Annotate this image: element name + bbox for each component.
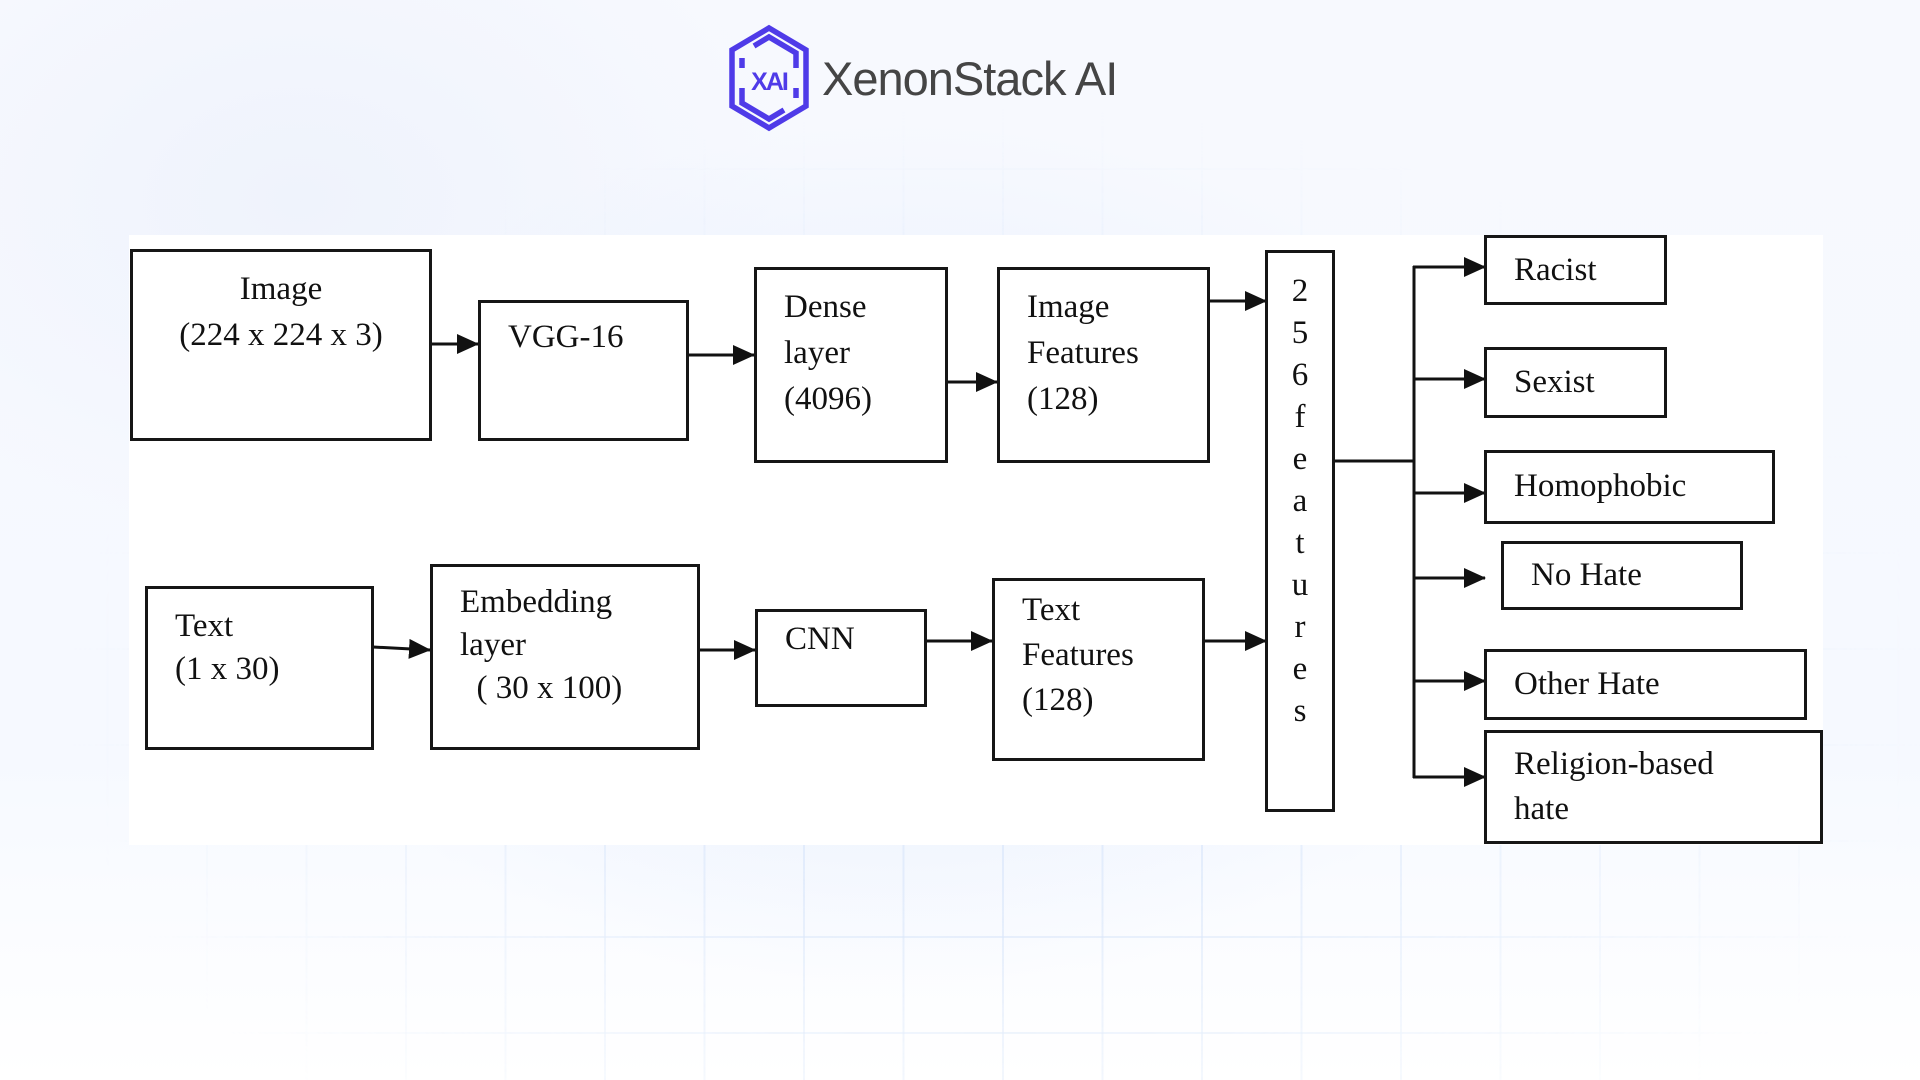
- box-line: Homophobic: [1514, 468, 1687, 504]
- fusion-letter: 2: [1291, 273, 1309, 309]
- box-line: ( 30 x 100): [460, 670, 623, 706]
- brand-name: XenonStack AI: [822, 51, 1118, 105]
- fusion-letter: 6: [1291, 357, 1309, 393]
- output-homophobic-box: Homophobic: [1484, 450, 1775, 524]
- image-input-box: Image (224 x 224 x 3): [130, 249, 432, 441]
- box-line: Text: [175, 608, 234, 644]
- fusion-letter: e: [1292, 651, 1308, 687]
- box-line: layer: [784, 335, 850, 371]
- fusion-letter: 5: [1291, 315, 1309, 351]
- box-line: (128): [1022, 682, 1094, 718]
- box-line: (128): [1027, 381, 1099, 417]
- box-line: Other Hate: [1514, 666, 1660, 702]
- box-line: Features: [1027, 335, 1139, 371]
- logo-mark-text: XAI: [751, 68, 788, 96]
- cnn-box: CNN: [755, 609, 927, 707]
- box-line: Features: [1022, 637, 1134, 673]
- xenonstack-hexagon-icon: XAI: [729, 24, 809, 132]
- brand-logo: XAI XenonStack AI: [728, 24, 1118, 132]
- fusion-letter: s: [1293, 693, 1307, 729]
- box-line: VGG-16: [508, 319, 624, 355]
- image-features-box: Image Features (128): [997, 267, 1210, 463]
- output-no-hate-box: No Hate: [1501, 541, 1743, 610]
- box-line: Image: [239, 271, 323, 307]
- text-input-box: Text (1 x 30): [145, 586, 374, 750]
- box-line: (1 x 30): [175, 651, 280, 687]
- box-line: CNN: [785, 621, 855, 657]
- fusion-letter: a: [1292, 483, 1308, 519]
- box-line: (224 x 224 x 3): [179, 317, 383, 353]
- fusion-letter: e: [1292, 441, 1308, 477]
- box-line: Dense: [784, 289, 867, 325]
- fusion-letter: r: [1294, 609, 1306, 645]
- fusion-letter: f: [1294, 399, 1306, 435]
- output-other-hate-box: Other Hate: [1484, 649, 1807, 720]
- box-line: Sexist: [1514, 364, 1595, 400]
- output-racist-box: Racist: [1484, 235, 1667, 305]
- output-sexist-box: Sexist: [1484, 347, 1667, 418]
- fusion-letter: u: [1291, 567, 1309, 603]
- box-line: Religion-based: [1514, 746, 1714, 782]
- fusion-256-features-box: 2 5 6 f e a t u r e s: [1265, 250, 1335, 812]
- box-line: Embedding: [460, 584, 613, 620]
- box-line: (4096): [784, 381, 872, 417]
- dense-layer-box: Dense layer (4096): [754, 267, 948, 463]
- embedding-layer-box: Embedding layer ( 30 x 100): [430, 564, 700, 750]
- box-line: Image: [1027, 289, 1110, 325]
- box-line: layer: [460, 627, 526, 663]
- box-line: Racist: [1514, 252, 1597, 288]
- box-line: hate: [1514, 791, 1569, 827]
- vgg16-box: VGG-16: [478, 300, 689, 441]
- fusion-letter: t: [1295, 525, 1305, 561]
- text-features-box: Text Features (128): [992, 578, 1205, 761]
- box-line: No Hate: [1531, 557, 1642, 593]
- box-line: Text: [1022, 592, 1081, 628]
- output-religion-based-hate-box: Religion-based hate: [1484, 730, 1823, 844]
